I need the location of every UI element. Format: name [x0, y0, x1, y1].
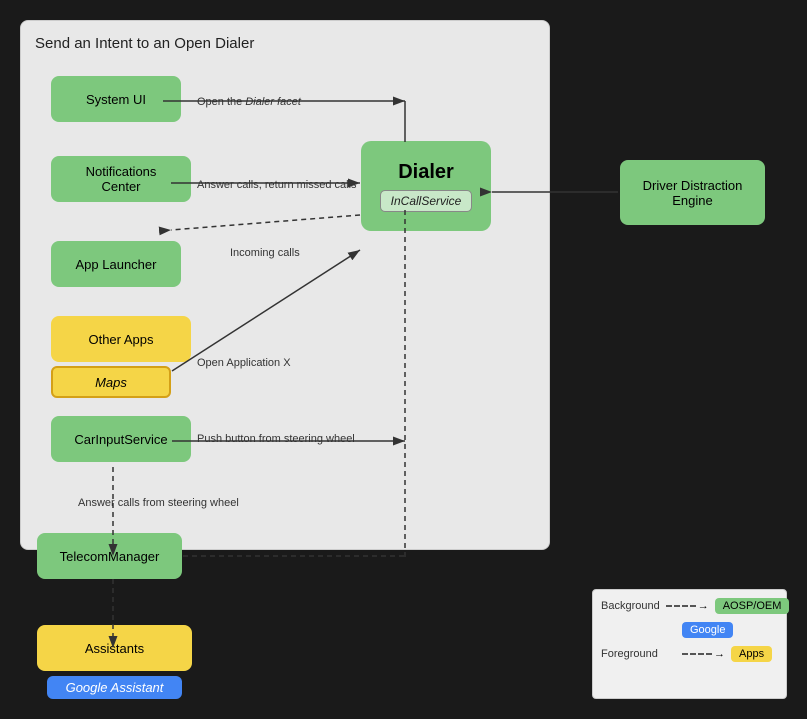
other-apps-box: Other Apps — [51, 316, 191, 362]
carinput-service-label: CarInputService — [74, 432, 167, 447]
driver-distraction-box: Driver Distraction Engine — [620, 160, 765, 225]
google-assistant-label: Google Assistant — [66, 680, 164, 695]
notifications-center-label: Notifications Center — [65, 164, 177, 194]
label-open-dialer-facet: Open the Dialer facet — [197, 96, 301, 108]
legend-box: Background → AOSP/OEM Google Foreground … — [592, 589, 787, 699]
driver-distraction-label: Driver Distraction Engine — [634, 178, 751, 208]
legend-google-label: Google — [682, 622, 733, 638]
diagram-title: Send an Intent to an Open Dialer — [35, 35, 254, 52]
system-ui-label: System UI — [86, 92, 146, 107]
app-launcher-label: App Launcher — [76, 257, 157, 272]
assistants-label: Assistants — [85, 641, 144, 656]
dialer-box: Dialer InCallService — [361, 141, 491, 231]
legend-foreground-label: Foreground — [601, 648, 676, 660]
maps-box: Maps — [51, 366, 171, 398]
assistants-container: Assistants Google Assistant — [37, 625, 192, 699]
label-incoming-calls: Incoming calls — [230, 247, 300, 259]
legend-foreground-row: Foreground → Apps — [601, 646, 778, 662]
legend-apps-label: Apps — [731, 646, 772, 662]
telecom-manager-box: TelecomManager — [37, 533, 182, 579]
google-assistant-box: Google Assistant — [47, 676, 182, 699]
other-apps-container: Other Apps Maps — [51, 316, 191, 398]
app-launcher-box: App Launcher — [51, 241, 181, 287]
other-apps-label: Other Apps — [88, 332, 153, 347]
assistants-box: Assistants — [37, 625, 192, 671]
label-open-application-x: Open Application X — [197, 357, 291, 369]
incall-service-label: InCallService — [380, 190, 473, 212]
telecom-manager-label: TelecomManager — [60, 549, 160, 564]
label-answer-calls: Answer calls, return missed calls — [197, 179, 357, 191]
legend-background-label: Background — [601, 600, 660, 612]
label-push-button: Push button from steering wheel — [197, 433, 355, 445]
notifications-center-box: Notifications Center — [51, 156, 191, 202]
system-ui-box: System UI — [51, 76, 181, 122]
maps-label: Maps — [95, 375, 127, 390]
label-answer-steering: Answer calls from steering wheel — [78, 497, 239, 509]
carinput-service-box: CarInputService — [51, 416, 191, 462]
legend-aosp-oem: AOSP/OEM — [715, 598, 790, 614]
dialer-label: Dialer — [398, 161, 454, 184]
legend-background-row: Background → AOSP/OEM — [601, 598, 778, 614]
legend-google-row: Google — [601, 622, 778, 638]
